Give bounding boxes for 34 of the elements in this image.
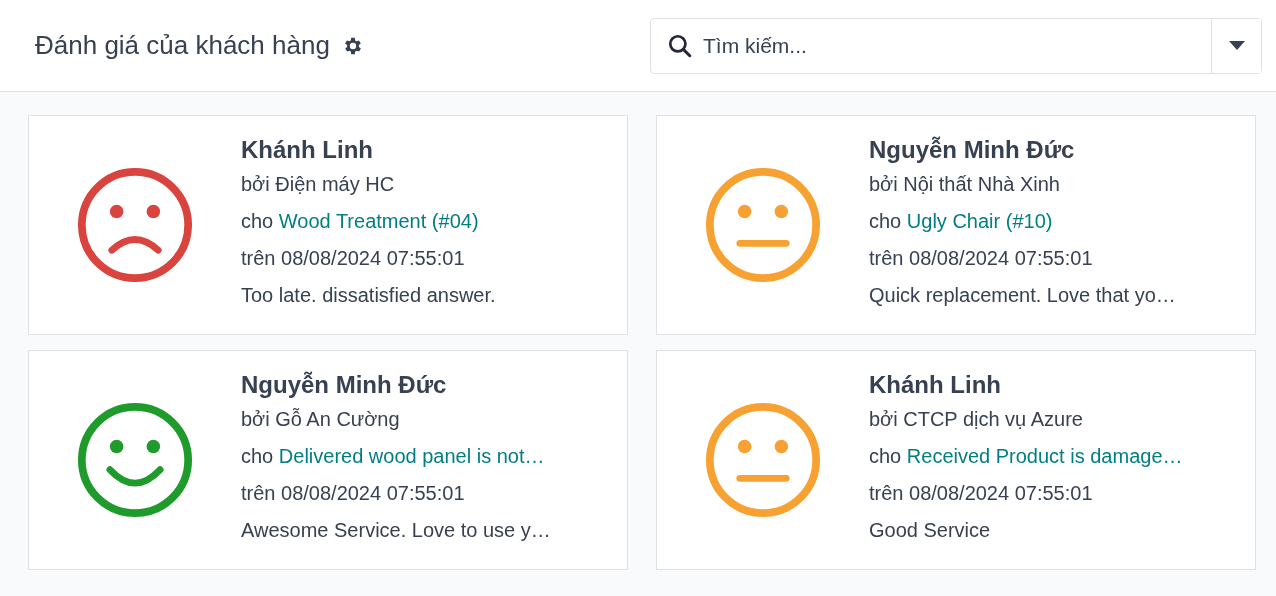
customer-name: Khánh Linh (241, 135, 374, 165)
date-text: trên 08/08/2024 07:55:01 (869, 481, 1094, 506)
date-text: trên 08/08/2024 07:55:01 (869, 246, 1094, 271)
search-icon (667, 32, 693, 59)
company-text: bởi CTCP dịch vụ Azure (869, 407, 1084, 432)
subject-line: cho Ugly Chair (#10) (869, 209, 1054, 234)
company-text: bởi Điện máy HC (241, 172, 396, 197)
comment-text: Quick replacement. Love that yo… (869, 283, 1176, 308)
customer-name: Khánh Linh (869, 370, 1002, 400)
page-title: Đánh giá của khách hàng (35, 30, 330, 61)
rating-card[interactable]: Khánh Linh bởi CTCP dịch vụ Azure cho Received Product is damage… trên 08/08/2024 07:55:01 Good Service (656, 350, 1256, 570)
customer-name: Nguyễn Minh Đức (241, 370, 448, 400)
subject-line: cho Wood Treatment (#04) (241, 209, 480, 234)
comment-text: Good Service (869, 518, 992, 543)
comment-text: Awesome Service. Love to use y… (241, 518, 551, 543)
subject-line: cho Received Product is damage… (869, 444, 1183, 469)
search-field[interactable]: Tìm kiếm... (693, 18, 1211, 73)
company-text: bởi Gỗ An Cường (241, 407, 401, 432)
rating-card[interactable]: Nguyễn Minh Đức bởi Nội thất Nhà Xinh cho Ugly Chair (#10) trên 08/08/2024 07:55:01 Quick replacement. Love that yo… (656, 115, 1256, 335)
dropdown-toggle[interactable] (1211, 18, 1261, 73)
date-text: trên 08/08/2024 07:55:01 (241, 481, 466, 506)
subject-line: cho Delivered wood panel is not… (241, 444, 546, 469)
subject-link[interactable]: Received Product is damage… (906, 445, 1183, 467)
subject-link[interactable]: Delivered wood panel is not… (278, 445, 545, 467)
caret-icon (1228, 40, 1245, 51)
date-text: trên 08/08/2024 07:55:01 (241, 246, 466, 271)
company-text: bởi Nội thất Nhà Xinh (869, 172, 1061, 197)
search-bar[interactable]: Tìm kiếm... (650, 17, 1262, 74)
customer-name: Nguyễn Minh Đức (869, 135, 1076, 165)
subject-link[interactable]: Ugly Chair (#10) (906, 210, 1053, 232)
rating-card[interactable]: Khánh Linh bởi Điện máy HC cho Wood Treatment (#04) trên 08/08/2024 07:55:01 Too late. dissatisfied answer. (28, 115, 628, 335)
rating-card[interactable]: Nguyễn Minh Đức bởi Gỗ An Cường cho Delivered wood panel is not… trên 08/08/2024 07:55:01 Awesome Service. Love to use y… (28, 350, 628, 570)
subject-link[interactable]: Wood Treatment (#04) (278, 210, 479, 232)
comment-text: Too late. dissatisfied answer. (241, 283, 496, 308)
